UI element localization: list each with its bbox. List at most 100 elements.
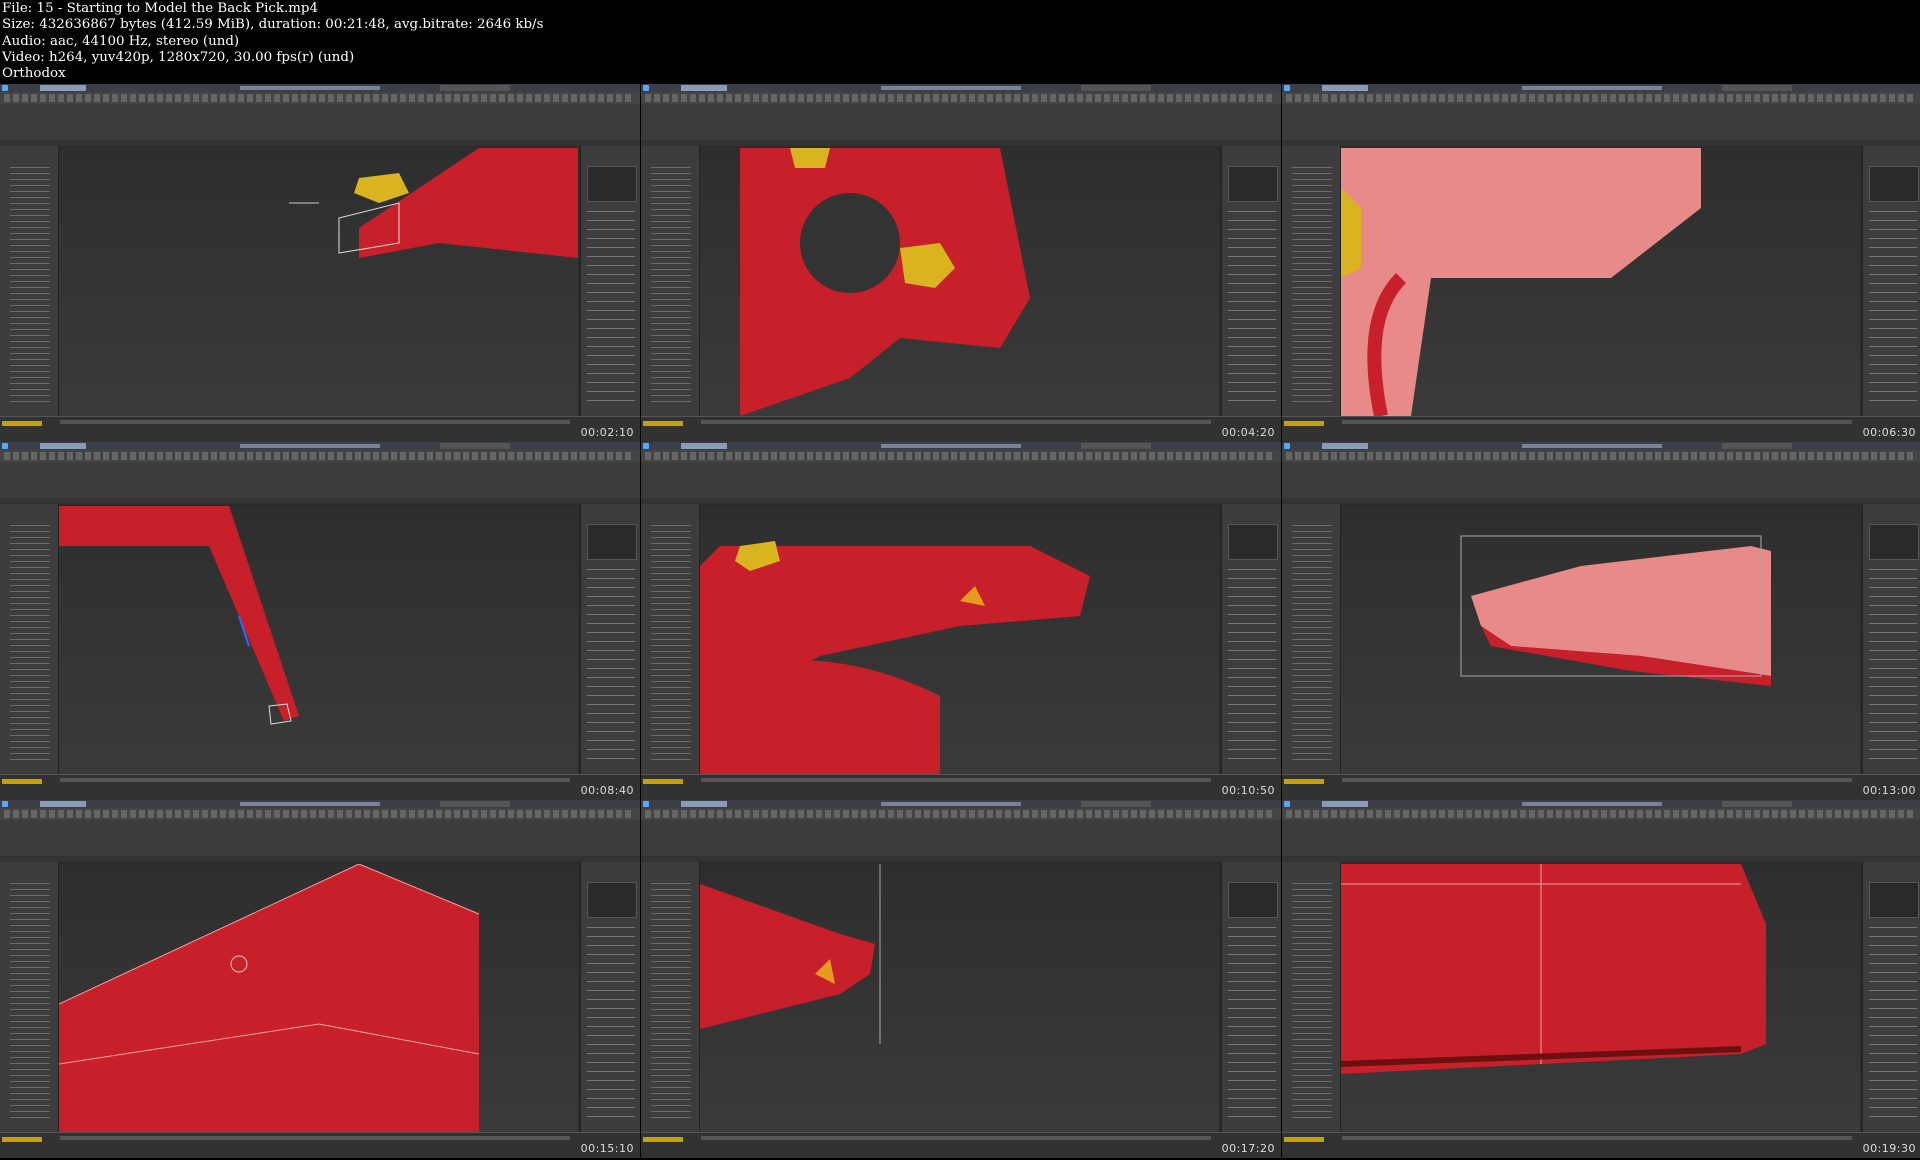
- toolbar-icons[interactable]: [645, 452, 1275, 460]
- modifier-stack[interactable]: [1228, 524, 1278, 560]
- scene-object-list[interactable]: [10, 164, 50, 404]
- perspective-viewport[interactable]: [59, 864, 578, 1132]
- scene-object-list[interactable]: [1292, 164, 1332, 404]
- modifier-parameters[interactable]: [1228, 922, 1276, 1122]
- modifier-stack[interactable]: [587, 882, 637, 918]
- modifier-parameters[interactable]: [1228, 206, 1276, 406]
- 3d-model-render: [1341, 864, 1766, 1074]
- search-input[interactable]: [1722, 801, 1792, 807]
- search-input[interactable]: [440, 443, 510, 449]
- scene-explorer[interactable]: [0, 146, 59, 416]
- search-input[interactable]: [1081, 443, 1151, 449]
- time-slider[interactable]: [60, 420, 570, 424]
- toolbar-icons[interactable]: [645, 810, 1275, 818]
- workspace-dropdown[interactable]: [1322, 85, 1368, 91]
- toolbar-icons[interactable]: [1286, 94, 1916, 102]
- command-panel[interactable]: [580, 146, 640, 416]
- workspace-dropdown[interactable]: [40, 801, 86, 807]
- scene-object-list[interactable]: [1292, 880, 1332, 1120]
- modeling-ribbon[interactable]: [0, 462, 640, 499]
- workspace-dropdown[interactable]: [681, 85, 727, 91]
- time-slider[interactable]: [60, 778, 570, 782]
- perspective-viewport[interactable]: [59, 506, 578, 774]
- perspective-viewport[interactable]: [59, 148, 578, 416]
- scene-explorer[interactable]: [0, 862, 59, 1132]
- search-input[interactable]: [440, 801, 510, 807]
- workspace-dropdown[interactable]: [1322, 443, 1368, 449]
- perspective-viewport[interactable]: [700, 148, 1219, 416]
- time-slider[interactable]: [60, 1136, 570, 1140]
- scene-object-list[interactable]: [651, 880, 691, 1120]
- scene-object-list[interactable]: [651, 164, 691, 404]
- modeling-ribbon[interactable]: [641, 820, 1281, 857]
- modifier-parameters[interactable]: [1869, 564, 1917, 764]
- command-panel[interactable]: [1221, 862, 1281, 1132]
- command-panel[interactable]: [1862, 504, 1920, 774]
- search-input[interactable]: [1081, 85, 1151, 91]
- workspace-dropdown[interactable]: [1322, 801, 1368, 807]
- toolbar-icons[interactable]: [4, 94, 634, 102]
- toolbar-icons[interactable]: [645, 94, 1275, 102]
- scene-explorer[interactable]: [0, 504, 59, 774]
- time-slider[interactable]: [701, 778, 1211, 782]
- perspective-viewport[interactable]: [1341, 506, 1860, 774]
- toolbar-icons[interactable]: [1286, 452, 1916, 460]
- perspective-viewport[interactable]: [700, 864, 1219, 1132]
- time-slider[interactable]: [1342, 778, 1852, 782]
- scene-explorer[interactable]: [1282, 862, 1341, 1132]
- modifier-stack[interactable]: [587, 524, 637, 560]
- modifier-stack[interactable]: [1228, 882, 1278, 918]
- modeling-ribbon[interactable]: [1282, 462, 1920, 499]
- modifier-stack[interactable]: [1228, 166, 1278, 202]
- modeling-ribbon[interactable]: [0, 104, 640, 141]
- workspace-dropdown[interactable]: [681, 801, 727, 807]
- modeling-ribbon[interactable]: [641, 104, 1281, 141]
- perspective-viewport[interactable]: [700, 506, 1219, 774]
- search-input[interactable]: [1081, 801, 1151, 807]
- modeling-ribbon[interactable]: [0, 820, 640, 857]
- modifier-parameters[interactable]: [587, 206, 635, 406]
- modifier-parameters[interactable]: [1869, 206, 1917, 406]
- search-input[interactable]: [1722, 85, 1792, 91]
- scene-object-list[interactable]: [1292, 522, 1332, 762]
- time-slider[interactable]: [701, 420, 1211, 424]
- command-panel[interactable]: [1221, 146, 1281, 416]
- modifier-stack[interactable]: [1869, 524, 1919, 560]
- workspace-dropdown[interactable]: [40, 443, 86, 449]
- command-panel[interactable]: [1221, 504, 1281, 774]
- scene-explorer[interactable]: [1282, 146, 1341, 416]
- scene-object-list[interactable]: [651, 522, 691, 762]
- scene-explorer[interactable]: [641, 146, 700, 416]
- scene-object-list[interactable]: [10, 522, 50, 762]
- modifier-parameters[interactable]: [587, 564, 635, 764]
- modifier-stack[interactable]: [587, 166, 637, 202]
- search-input[interactable]: [1722, 443, 1792, 449]
- modifier-stack[interactable]: [1869, 882, 1919, 918]
- modifier-parameters[interactable]: [587, 922, 635, 1122]
- command-panel[interactable]: [580, 862, 640, 1132]
- perspective-viewport[interactable]: [1341, 864, 1860, 1132]
- time-slider[interactable]: [1342, 420, 1852, 424]
- scene-explorer[interactable]: [641, 504, 700, 774]
- search-input[interactable]: [440, 85, 510, 91]
- scene-explorer[interactable]: [1282, 504, 1341, 774]
- modifier-stack[interactable]: [1869, 166, 1919, 202]
- command-panel[interactable]: [580, 504, 640, 774]
- scene-explorer[interactable]: [641, 862, 700, 1132]
- command-panel[interactable]: [1862, 862, 1920, 1132]
- modifier-parameters[interactable]: [1228, 564, 1276, 764]
- workspace-dropdown[interactable]: [40, 85, 86, 91]
- toolbar-icons[interactable]: [1286, 810, 1916, 818]
- toolbar-icons[interactable]: [4, 810, 634, 818]
- modeling-ribbon[interactable]: [641, 462, 1281, 499]
- perspective-viewport[interactable]: [1341, 148, 1860, 416]
- modifier-parameters[interactable]: [1869, 922, 1917, 1122]
- time-slider[interactable]: [701, 1136, 1211, 1140]
- workspace-dropdown[interactable]: [681, 443, 727, 449]
- toolbar-icons[interactable]: [4, 452, 634, 460]
- time-slider[interactable]: [1342, 1136, 1852, 1140]
- modeling-ribbon[interactable]: [1282, 820, 1920, 857]
- scene-object-list[interactable]: [10, 880, 50, 1120]
- modeling-ribbon[interactable]: [1282, 104, 1920, 141]
- command-panel[interactable]: [1862, 146, 1920, 416]
